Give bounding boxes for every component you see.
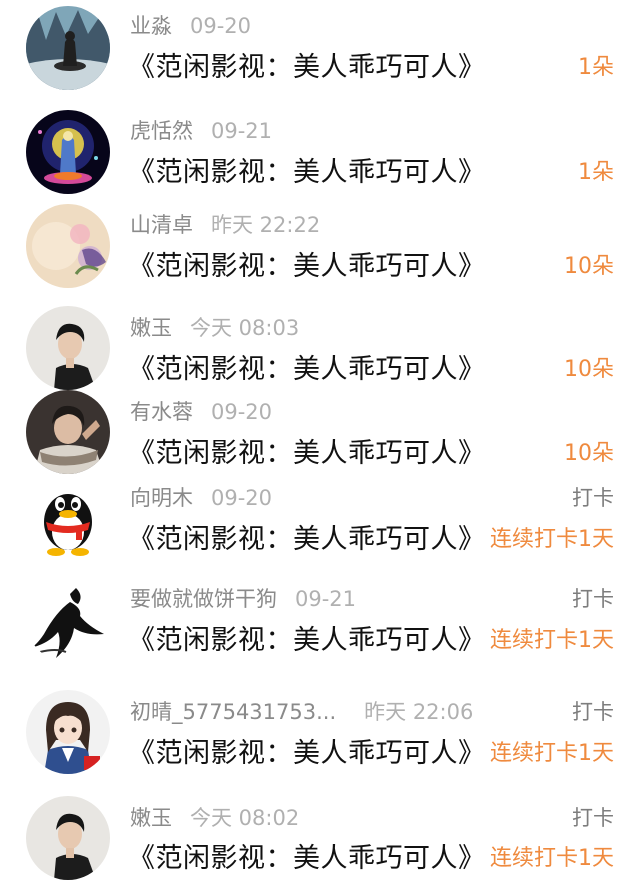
item-meta: 山清卓 昨天 22:22	[130, 210, 320, 240]
item-meta: 虎恬然 09-21	[130, 116, 272, 146]
item-meta: 有水蓉 09-20	[130, 397, 272, 427]
work-title[interactable]: 《范闲影视：美人乖巧可人》	[128, 736, 486, 772]
user-name[interactable]: 初晴_5775431753...	[130, 700, 336, 724]
checkin-tag: 打卡	[572, 587, 614, 611]
reward-label: 连续打卡1天	[490, 527, 614, 552]
work-title[interactable]: 《范闲影视：美人乖巧可人》	[128, 623, 486, 659]
timestamp: 09-21	[295, 587, 357, 611]
avatar[interactable]	[26, 6, 110, 90]
work-title[interactable]: 《范闲影视：美人乖巧可人》	[128, 841, 486, 877]
timestamp: 09-21	[211, 119, 273, 143]
avatar[interactable]	[26, 578, 110, 662]
man-portrait-icon	[26, 306, 110, 390]
work-title[interactable]: 《范闲影视：美人乖巧可人》	[128, 436, 486, 472]
avatar[interactable]	[26, 110, 110, 194]
item-meta: 向明木 09-20	[130, 483, 272, 513]
user-name[interactable]: 向明木	[130, 486, 193, 510]
supporter-list: 业淼 09-20 《范闲影视：美人乖巧可人》 1朵 虎恬然 09-21 《范闲影视：…	[0, 0, 640, 882]
item-meta: 嫩玉 今天 08:03	[130, 313, 299, 343]
user-name[interactable]: 有水蓉	[130, 400, 193, 424]
avatar[interactable]	[26, 390, 110, 474]
timestamp: 09-20	[211, 486, 273, 510]
user-name[interactable]: 要做就做饼干狗	[130, 587, 277, 611]
reward-label: 10朵	[564, 441, 614, 466]
timestamp: 昨天 22:06	[364, 700, 474, 724]
reward-label: 10朵	[564, 357, 614, 382]
reward-label: 连续打卡1天	[490, 741, 614, 766]
buddha-lotus-icon	[26, 110, 110, 194]
reward-label: 1朵	[578, 55, 614, 80]
avatar[interactable]	[26, 690, 110, 774]
man-portrait-icon	[26, 796, 110, 880]
timestamp: 09-20	[211, 400, 273, 424]
reward-label: 连续打卡1天	[490, 846, 614, 871]
qq-penguin-icon	[26, 476, 110, 560]
avatar[interactable]	[26, 204, 110, 288]
item-meta: 要做就做饼干狗 09-21	[130, 584, 356, 614]
man-scarf-icon	[26, 390, 110, 474]
avatar[interactable]	[26, 796, 110, 880]
reward-label: 1朵	[578, 160, 614, 185]
reward-label: 10朵	[564, 254, 614, 279]
user-name[interactable]: 嫩玉	[130, 806, 172, 830]
anime-girl-icon	[26, 690, 110, 774]
work-title[interactable]: 《范闲影视：美人乖巧可人》	[128, 352, 486, 388]
timestamp: 09-20	[190, 14, 252, 38]
timestamp: 今天 08:03	[190, 316, 300, 340]
avatar[interactable]	[26, 306, 110, 390]
user-name[interactable]: 虎恬然	[130, 119, 193, 143]
checkin-tag: 打卡	[572, 486, 614, 510]
checkin-tag: 打卡	[572, 806, 614, 830]
work-title[interactable]: 《范闲影视：美人乖巧可人》	[128, 155, 486, 191]
reward-label: 连续打卡1天	[490, 628, 614, 653]
user-name[interactable]: 嫩玉	[130, 316, 172, 340]
work-title[interactable]: 《范闲影视：美人乖巧可人》	[128, 249, 486, 285]
user-name[interactable]: 业淼	[130, 14, 172, 38]
user-name[interactable]: 山清卓	[130, 213, 193, 237]
work-title[interactable]: 《范闲影视：美人乖巧可人》	[128, 50, 486, 86]
work-title[interactable]: 《范闲影视：美人乖巧可人》	[128, 522, 486, 558]
avatar[interactable]	[26, 476, 110, 560]
item-meta: 初晴_5775431753... 昨天 22:06	[130, 697, 473, 727]
timestamp: 今天 08:02	[190, 806, 300, 830]
checkin-tag: 打卡	[572, 700, 614, 724]
flower-painting-icon	[26, 204, 110, 288]
item-meta: 业淼 09-20	[130, 11, 251, 41]
ink-silhouette-icon	[26, 578, 110, 662]
landscape-figure-icon	[26, 6, 110, 90]
item-meta: 嫩玉 今天 08:02	[130, 803, 299, 833]
timestamp: 昨天 22:22	[211, 213, 321, 237]
